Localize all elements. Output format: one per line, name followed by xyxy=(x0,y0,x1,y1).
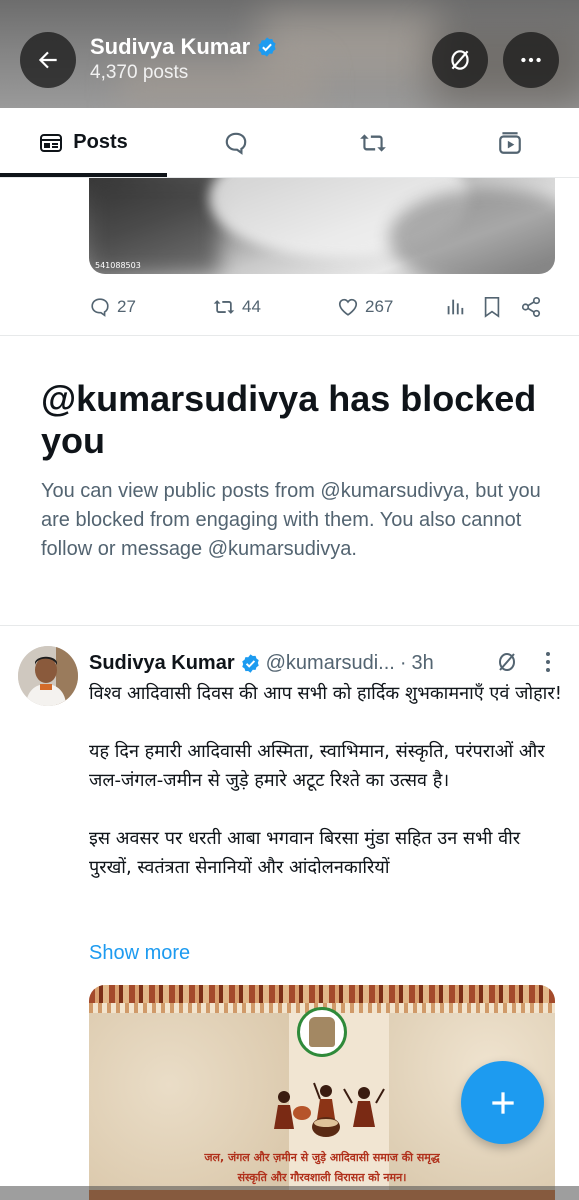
more-vertical-icon xyxy=(546,652,550,672)
views-button[interactable] xyxy=(444,296,482,318)
mute-icon xyxy=(499,653,515,671)
tweet-paragraph: इस अवसर पर धरती आबा भगवान बिरसा मुंडा सह… xyxy=(89,828,521,878)
tab-media[interactable] xyxy=(442,108,579,177)
like-count: 267 xyxy=(365,297,394,316)
repost-count: 44 xyxy=(242,297,261,316)
show-more-link[interactable]: Show more xyxy=(89,942,190,965)
muted-toggle-button[interactable] xyxy=(432,32,488,88)
bar-chart-icon xyxy=(447,299,464,315)
previous-post-actions: 27 44 267 xyxy=(89,294,559,320)
tweet-author-name[interactable]: Sudivya Kumar xyxy=(89,652,235,675)
reply-bubble-icon xyxy=(225,132,246,155)
more-horizontal-icon xyxy=(521,57,541,63)
mute-icon xyxy=(451,50,469,70)
reply-icon xyxy=(91,298,109,317)
tribal-dancers-illustration xyxy=(274,1082,385,1137)
reply-button[interactable]: 27 xyxy=(89,296,212,318)
bookmark-icon xyxy=(484,297,500,318)
image-caption-line: संस्कृति और गौरवशाली विरासत को नमन। xyxy=(237,1171,407,1184)
tweet-paragraph: विश्व आदिवासी दिवस की आप सभी को हार्दिक … xyxy=(89,683,562,704)
video-icon xyxy=(499,131,522,154)
tweet-paragraph: यह दिन हमारी आदिवासी अस्मिता, स्वाभिमान,… xyxy=(89,741,545,791)
blocked-description: You can view public posts from @kumarsud… xyxy=(41,480,541,560)
back-button[interactable] xyxy=(20,32,76,88)
plus-icon xyxy=(491,1091,514,1114)
post-count: 4,370 posts xyxy=(90,62,189,83)
tweet-header: Sudivya Kumar @kumarsudi... · 3h xyxy=(89,649,559,677)
profile-tabs: Posts xyxy=(0,108,579,178)
tweet-separator: · xyxy=(399,651,407,674)
previous-post-media[interactable]: 541088503 xyxy=(89,178,555,274)
tweet-mute-button[interactable] xyxy=(495,650,519,680)
share-icon xyxy=(521,297,541,317)
tab-posts-label: Posts xyxy=(73,131,128,153)
system-navigation-bar xyxy=(0,1186,579,1200)
tweet-handle[interactable]: @kumarsudi... xyxy=(266,652,395,675)
blocked-title: @kumarsudivya has blocked you xyxy=(41,378,537,461)
compose-button[interactable] xyxy=(461,1061,544,1144)
tweet-body[interactable]: विश्व आदिवासी दिवस की आप सभी को हार्दिक … xyxy=(89,679,564,882)
media-shape xyxy=(89,178,219,274)
arrow-left-icon xyxy=(38,51,57,69)
share-button[interactable] xyxy=(520,296,542,318)
tab-replies[interactable] xyxy=(167,108,304,177)
like-button[interactable]: 267 xyxy=(337,296,444,318)
profile-name-text: Sudivya Kumar xyxy=(90,34,251,59)
section-divider xyxy=(0,625,579,626)
image-caption: जल, जंगल और ज़मीन से जुड़े आदिवासी समाज … xyxy=(89,1148,555,1188)
repost-icon xyxy=(360,133,386,152)
tab-posts[interactable]: Posts xyxy=(0,108,167,177)
profile-photo xyxy=(18,646,78,706)
verified-badge-icon xyxy=(240,653,261,674)
verified-badge-icon xyxy=(258,37,276,57)
image-tribal-border xyxy=(89,985,555,1003)
header-profile-name: Sudivya Kumar xyxy=(90,34,278,60)
section-divider xyxy=(0,335,579,336)
repost-icon xyxy=(213,300,235,314)
bookmark-button[interactable] xyxy=(482,296,520,318)
tab-reposts[interactable] xyxy=(304,108,441,177)
government-emblem-icon xyxy=(297,1007,347,1057)
avatar[interactable] xyxy=(18,646,78,706)
media-watermark: 541088503 xyxy=(95,261,141,270)
reply-count: 27 xyxy=(117,297,136,316)
more-options-button[interactable] xyxy=(503,32,559,88)
posts-icon xyxy=(40,133,63,152)
profile-header: Sudivya Kumar 4,370 posts xyxy=(0,0,579,108)
heart-icon xyxy=(338,298,358,316)
repost-button[interactable]: 44 xyxy=(212,296,337,318)
tweet-timestamp[interactable]: 3h xyxy=(412,652,434,675)
tweet-more-button[interactable] xyxy=(539,649,557,681)
image-caption-line: जल, जंगल और ज़मीन से जुड़े आदिवासी समाज … xyxy=(204,1151,440,1164)
